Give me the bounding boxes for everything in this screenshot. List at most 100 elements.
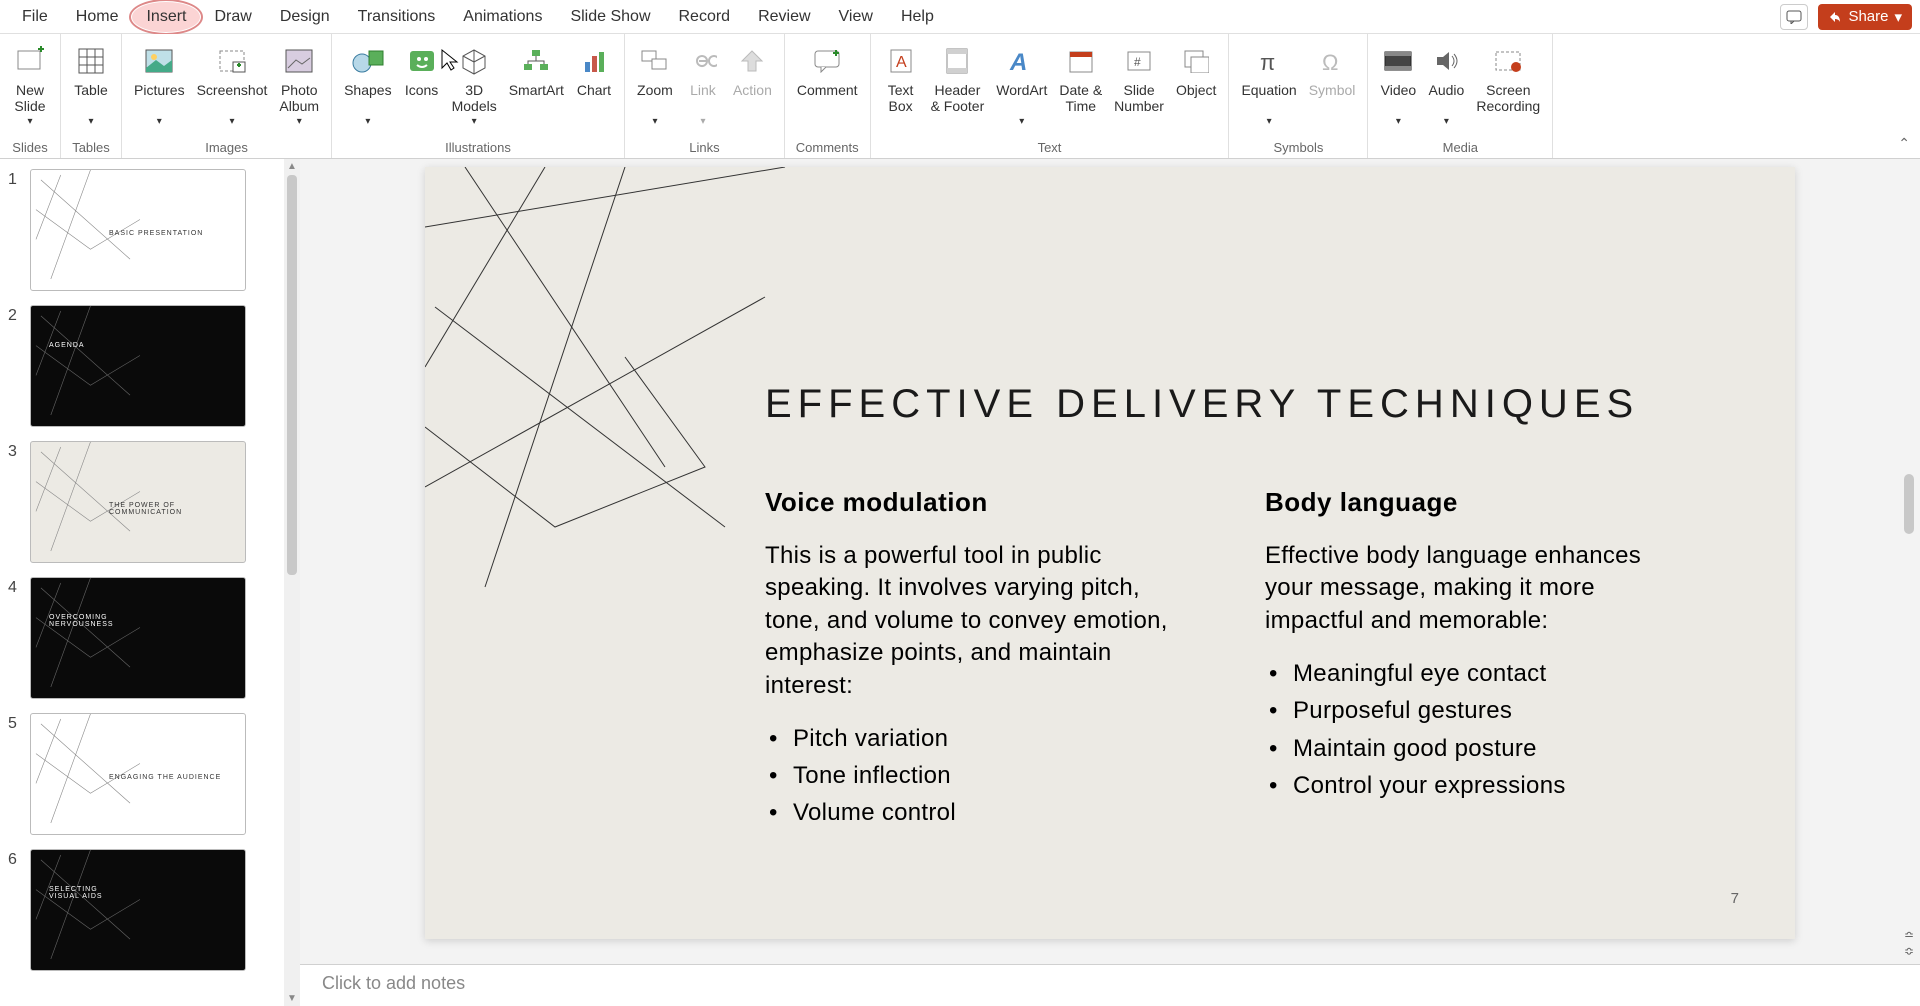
menu-bar: File Home Insert Draw Design Transitions… <box>0 0 1920 34</box>
action-button[interactable]: Action <box>727 38 778 120</box>
video-button[interactable]: Video▾ <box>1374 38 1422 132</box>
equation-icon: π <box>1256 42 1282 80</box>
menu-help[interactable]: Help <box>887 2 948 32</box>
wordart-button[interactable]: A WordArt▾ <box>990 38 1053 132</box>
share-icon <box>1828 10 1842 24</box>
slide-thumbnail[interactable]: SELECTINGVISUAL AIDS <box>30 849 246 971</box>
new-slide-icon <box>14 42 46 80</box>
chevron-down-icon: ▾ <box>700 116 705 128</box>
audio-icon <box>1433 42 1459 80</box>
menu-design[interactable]: Design <box>266 2 344 32</box>
shapes-button[interactable]: Shapes▾ <box>338 38 397 132</box>
smartart-button[interactable]: SmartArt <box>503 38 570 120</box>
object-icon <box>1183 42 1209 80</box>
object-button[interactable]: Object <box>1170 38 1222 120</box>
group-symbols-label: Symbols <box>1235 140 1361 158</box>
menu-animations[interactable]: Animations <box>449 2 556 32</box>
comments-toggle-button[interactable] <box>1780 4 1808 30</box>
comment-icon <box>813 42 841 80</box>
chart-button[interactable]: Chart <box>570 38 618 120</box>
next-slide-button[interactable]: ≎ <box>1904 944 1914 958</box>
thumb-number: 4 <box>8 577 30 597</box>
chevron-down-icon: ▾ <box>157 116 162 128</box>
slide-number-button[interactable]: # Slide Number <box>1108 38 1170 120</box>
link-button[interactable]: Link▾ <box>679 38 727 132</box>
slide-page-number: 7 <box>1731 890 1739 907</box>
svg-text:π: π <box>1260 50 1275 74</box>
slide-number-icon: # <box>1126 42 1152 80</box>
list-item: Meaningful eye contact <box>1265 655 1685 692</box>
text-box-button[interactable]: A Text Box <box>877 38 925 120</box>
chevron-down-icon: ▾ <box>229 116 234 128</box>
symbol-button[interactable]: Ω Symbol <box>1303 38 1362 120</box>
slide-thumbnail[interactable]: BASIC PRESENTATION <box>30 169 246 291</box>
pictures-button[interactable]: Pictures▾ <box>128 38 191 132</box>
slide-thumbnails-panel: 1BASIC PRESENTATION2AGENDA3THE POWER OFC… <box>0 159 300 1006</box>
list-item: Volume control <box>765 794 1185 831</box>
audio-button[interactable]: Audio▾ <box>1422 38 1470 132</box>
right-column[interactable]: Body language Effective body language en… <box>1265 487 1685 804</box>
scrollbar-handle[interactable] <box>287 175 297 575</box>
menu-record[interactable]: Record <box>665 2 745 32</box>
prev-slide-button[interactable]: ≏ <box>1904 928 1914 942</box>
comment-button[interactable]: Comment <box>791 38 864 120</box>
list-item: Pitch variation <box>765 720 1185 757</box>
speech-bubble-icon <box>1786 10 1802 24</box>
menu-review[interactable]: Review <box>744 2 824 32</box>
slide-canvas[interactable]: EFFECTIVE DELIVERY TECHNIQUES Voice modu… <box>425 167 1795 939</box>
slide-thumbnail[interactable]: OVERCOMINGNERVOUSNESS <box>30 577 246 699</box>
chevron-down-icon: ▾ <box>1894 8 1902 26</box>
slide-thumbnail[interactable]: THE POWER OFCOMMUNICATION <box>30 441 246 563</box>
thumb-number: 6 <box>8 849 30 869</box>
table-button[interactable]: Table▾ <box>67 38 115 132</box>
chevron-down-icon: ▾ <box>1396 116 1401 128</box>
scrollbar-handle[interactable] <box>1904 474 1914 534</box>
new-slide-button[interactable]: New Slide▾ <box>6 38 54 132</box>
chevron-down-icon: ▾ <box>1019 116 1024 128</box>
cube-icon <box>460 42 488 80</box>
collapse-ribbon-button[interactable]: ⌃ <box>1898 135 1910 152</box>
thumb-number: 1 <box>8 169 30 189</box>
share-button[interactable]: Share ▾ <box>1818 4 1912 30</box>
3d-models-button[interactable]: 3D Models▾ <box>446 38 503 132</box>
photo-album-button[interactable]: Photo Album▾ <box>273 38 325 132</box>
chevron-down-icon: ▾ <box>1444 116 1449 128</box>
group-media-label: Media <box>1374 140 1546 158</box>
list-item: Control your expressions <box>1265 767 1685 804</box>
menu-home[interactable]: Home <box>62 2 133 32</box>
pictures-icon <box>144 42 174 80</box>
equation-button[interactable]: π Equation▾ <box>1235 38 1302 132</box>
date-time-button[interactable]: Date & Time <box>1053 38 1108 120</box>
menu-view[interactable]: View <box>825 2 887 32</box>
canvas-scrollbar[interactable] <box>1902 174 1916 946</box>
slide-thumbnail[interactable]: AGENDA <box>30 305 246 427</box>
header-footer-button[interactable]: Header & Footer <box>925 38 991 120</box>
icons-icon <box>408 42 436 80</box>
list-item: Tone inflection <box>765 757 1185 794</box>
smartart-icon <box>522 42 550 80</box>
right-paragraph: Effective body language enhances your me… <box>1265 540 1685 637</box>
icons-button[interactable]: Icons <box>398 38 446 120</box>
menu-file[interactable]: File <box>8 2 62 32</box>
chevron-down-icon: ▾ <box>652 116 657 128</box>
chevron-down-icon: ▾ <box>472 116 477 128</box>
screen-recording-button[interactable]: Screen Recording <box>1470 38 1546 120</box>
scroll-down-arrow[interactable]: ▼ <box>287 993 297 1004</box>
slide-title[interactable]: EFFECTIVE DELIVERY TECHNIQUES <box>765 382 1639 427</box>
zoom-button[interactable]: Zoom▾ <box>631 38 679 132</box>
svg-text:#: # <box>1134 55 1141 69</box>
menu-transitions[interactable]: Transitions <box>344 2 450 32</box>
symbol-icon: Ω <box>1319 42 1345 80</box>
right-heading: Body language <box>1265 487 1685 518</box>
notes-pane[interactable]: Click to add notes <box>300 964 1920 1006</box>
group-slides-label: Slides <box>6 140 54 158</box>
screenshot-button[interactable]: Screenshot▾ <box>191 38 274 132</box>
left-column[interactable]: Voice modulation This is a powerful tool… <box>765 487 1185 832</box>
menu-insert[interactable]: Insert <box>132 2 200 32</box>
menu-draw[interactable]: Draw <box>200 2 265 32</box>
thumbnail-scrollbar[interactable]: ▲ ▼ <box>284 159 300 1006</box>
slide-thumbnail[interactable]: ENGAGING THE AUDIENCE <box>30 713 246 835</box>
scroll-up-arrow[interactable]: ▲ <box>287 161 297 172</box>
list-item: Maintain good posture <box>1265 730 1685 767</box>
menu-slideshow[interactable]: Slide Show <box>556 2 664 32</box>
